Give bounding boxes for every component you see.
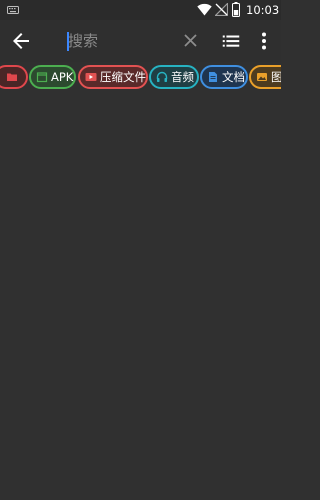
more-vertical-icon[interactable]	[254, 29, 274, 53]
keyboard-icon	[7, 6, 19, 14]
filter-label-archive: 压缩文件	[100, 70, 146, 84]
search-input[interactable]	[66, 29, 180, 53]
battery-icon	[232, 2, 240, 17]
filter-chip-document[interactable]: 文档	[200, 65, 248, 89]
archive-icon	[85, 73, 97, 81]
document-icon	[209, 72, 217, 82]
headphones-icon	[156, 71, 168, 82]
android-package-icon	[36, 72, 48, 83]
search-toolbar	[0, 20, 281, 62]
status-bar: 10:03	[0, 0, 281, 20]
image-icon	[257, 73, 267, 81]
text-caret	[67, 32, 69, 51]
filter-chip-apk[interactable]: APK	[29, 65, 76, 89]
status-clock: 10:03	[246, 3, 280, 17]
no-signal-icon	[215, 3, 228, 16]
wifi-icon	[197, 3, 212, 16]
filter-chip-image[interactable]: 图	[249, 65, 281, 89]
filter-label-audio: 音频	[171, 70, 194, 84]
back-arrow-icon[interactable]	[9, 29, 33, 53]
close-icon[interactable]	[180, 30, 201, 51]
filter-chip-archive[interactable]: 压缩文件	[78, 65, 148, 89]
filter-chip-audio[interactable]: 音频	[149, 65, 199, 89]
file-type-filter-row: APK 压缩文件 音频 文档 图	[0, 62, 281, 94]
list-view-icon[interactable]	[220, 30, 242, 52]
folder-icon	[6, 73, 17, 81]
filter-label-image: 图	[271, 70, 281, 84]
filter-label-apk: APK	[51, 70, 74, 84]
filter-chip-folder[interactable]	[0, 65, 28, 89]
filter-label-document: 文档	[222, 70, 245, 84]
